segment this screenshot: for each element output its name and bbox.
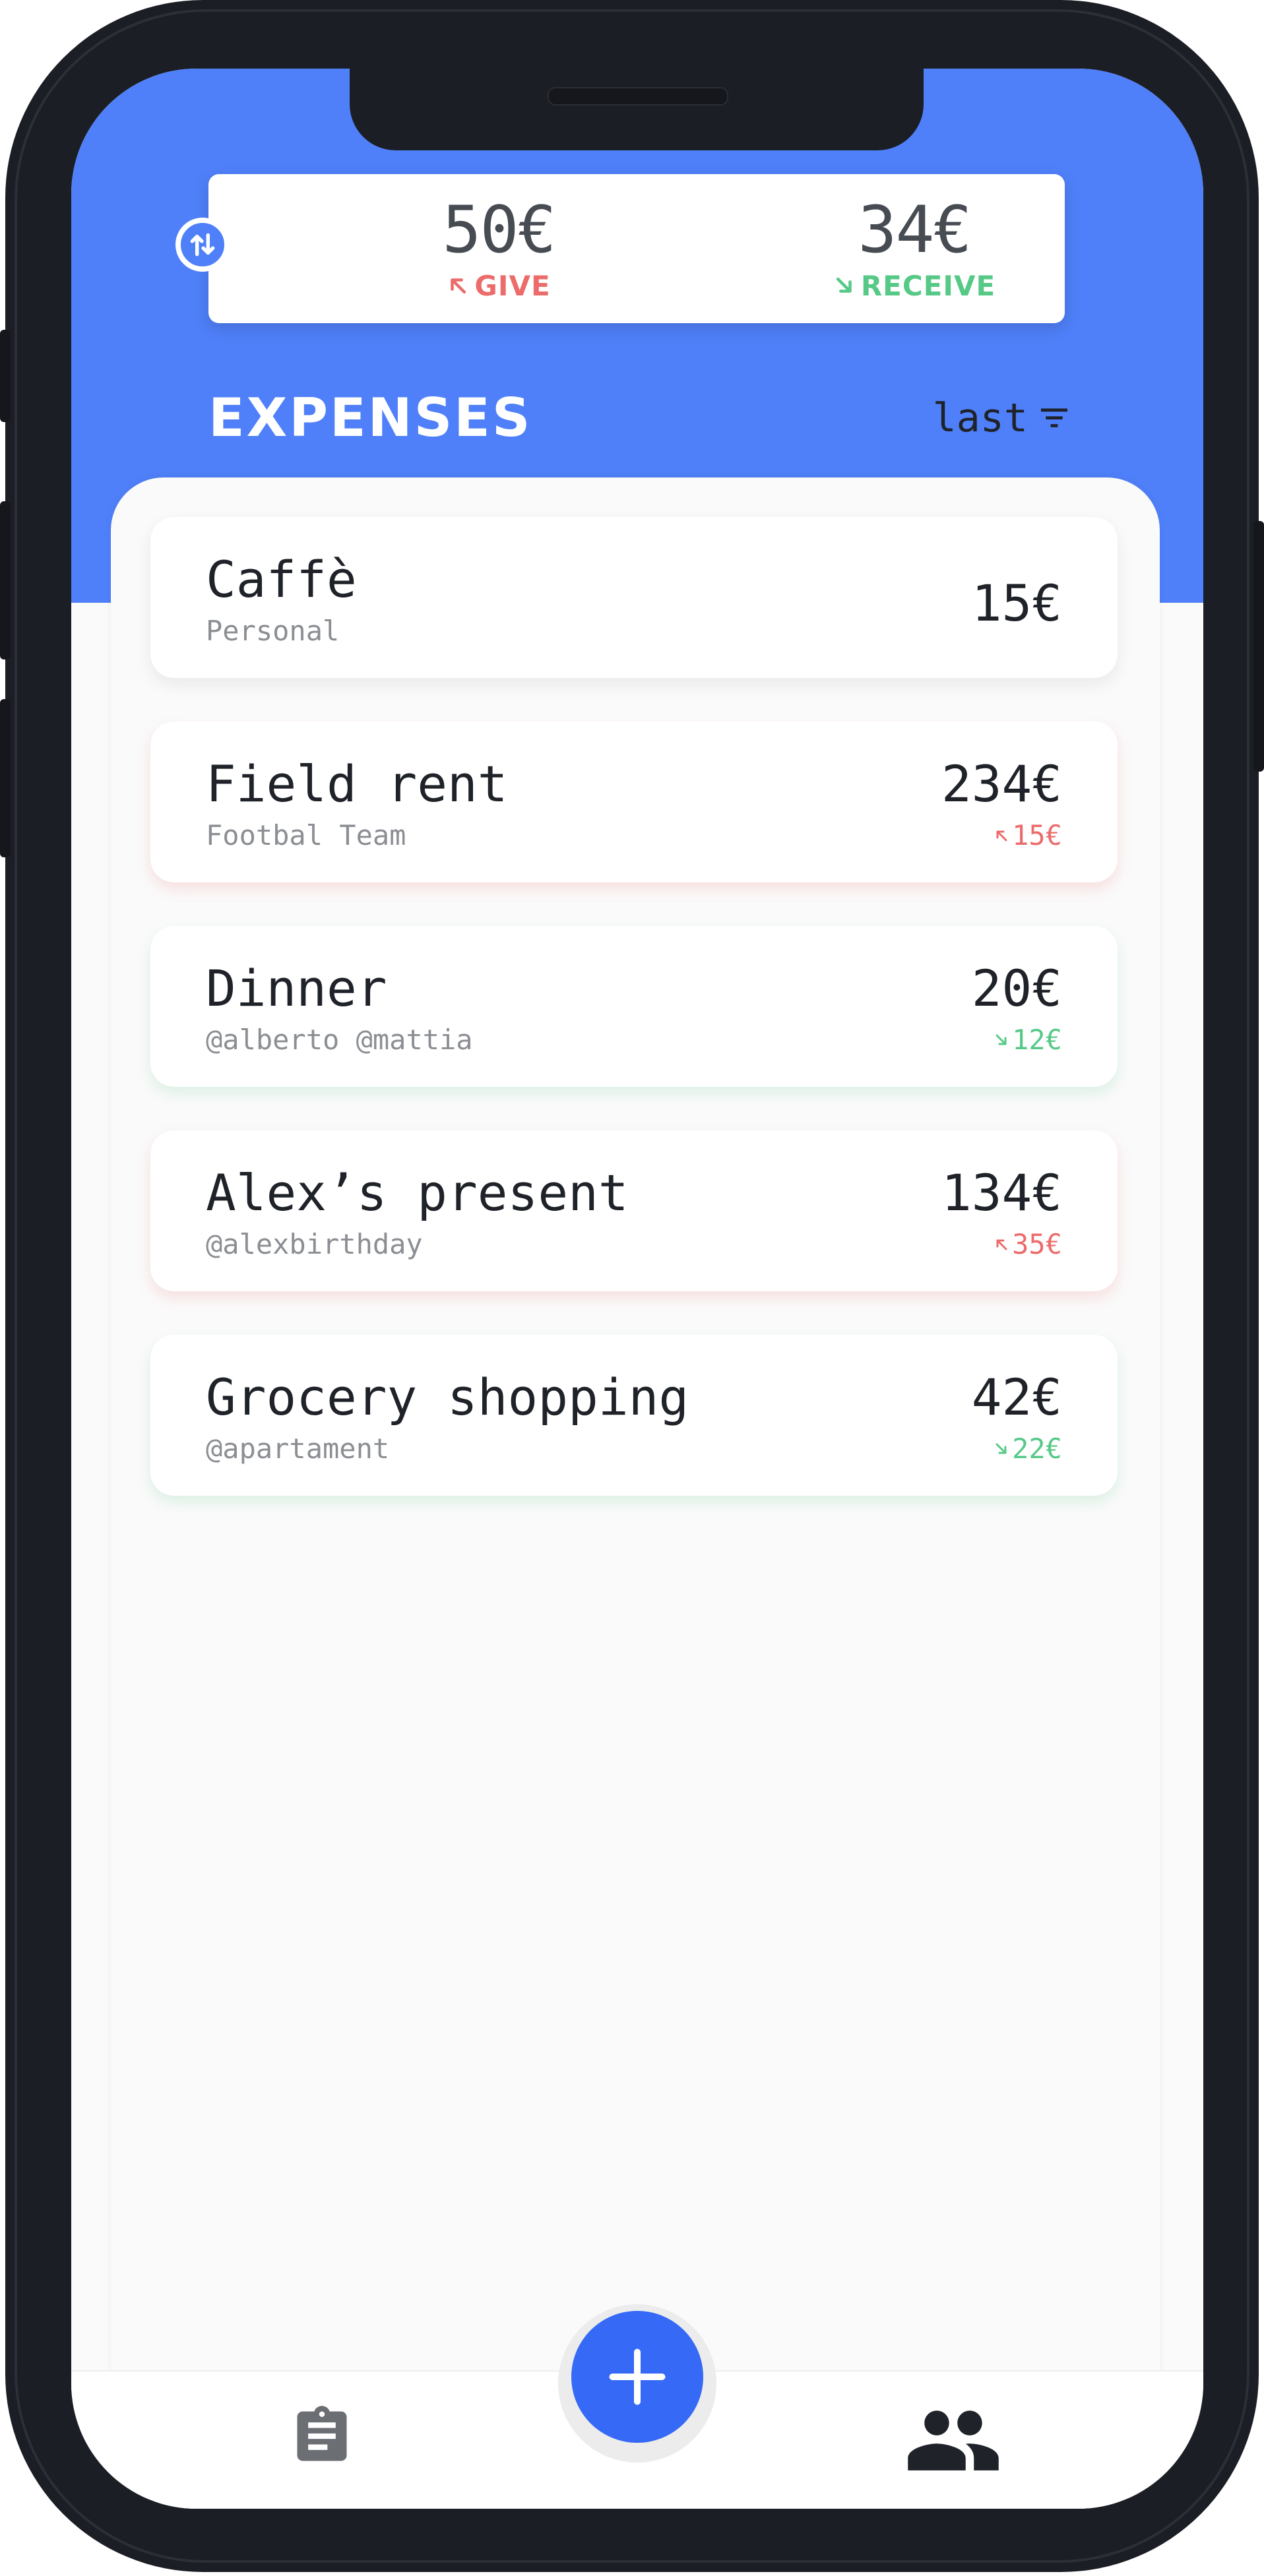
receive-label: RECEIVE	[860, 270, 996, 302]
balance-card: 50€ GIVE 34€ RECEIVE	[208, 174, 1065, 323]
app-screen: 50€ GIVE 34€ RECEIVE EXPENSES last Caffè…	[71, 69, 1203, 2509]
expense-share-value: 15€	[1012, 819, 1062, 851]
volume-down-button	[0, 699, 11, 857]
page-title: EXPENSES	[208, 387, 532, 448]
sort-label: last	[932, 395, 1028, 441]
arrow-down-right-icon	[836, 277, 852, 293]
expenses-list: Caffè Personal 15€ Field rent Footbal Te…	[111, 477, 1160, 2509]
expense-amount: 234€	[941, 754, 1062, 813]
give-balance: 50€ GIVE	[367, 194, 631, 303]
power-button	[1253, 521, 1264, 772]
give-amount: 50€	[442, 193, 556, 268]
expense-amount: 42€	[971, 1368, 1062, 1426]
earpiece-speaker	[548, 87, 728, 106]
notch	[350, 69, 924, 150]
expense-title: Field rent	[206, 754, 508, 813]
expense-item[interactable]: Caffè Personal 15€	[150, 517, 1118, 678]
arrow-up-left-icon	[996, 830, 1007, 842]
expense-amount: 20€	[971, 959, 1062, 1018]
mute-switch	[0, 330, 11, 422]
expense-item[interactable]: Dinner @alberto @mattia 20€ 12€	[150, 926, 1118, 1087]
volume-up-button	[0, 501, 11, 659]
expense-subtitle: @alexbirthday	[206, 1228, 423, 1260]
add-expense-button[interactable]	[571, 2311, 703, 2443]
expense-share-receive: 22€	[994, 1432, 1062, 1465]
group-people-icon	[908, 2410, 999, 2470]
expense-amount: 134€	[941, 1163, 1062, 1222]
phone-frame: 50€ GIVE 34€ RECEIVE EXPENSES last Caffè…	[0, 0, 1264, 2572]
arrow-down-right-icon	[995, 1443, 1007, 1454]
receive-label-row: RECEIVE	[782, 269, 1046, 303]
expense-share-give: 35€	[994, 1228, 1062, 1261]
clipboard-icon	[297, 2406, 347, 2461]
expense-amount: 15€	[971, 574, 1062, 632]
arrow-down-right-icon	[995, 1034, 1007, 1045]
expense-item[interactable]: Grocery shopping @apartament 42€ 22€	[150, 1335, 1118, 1496]
nav-groups-button[interactable]	[904, 2403, 1003, 2479]
arrow-up-left-icon	[996, 1239, 1007, 1250]
sort-dropdown[interactable]: last	[933, 392, 1069, 445]
expense-title: Grocery shopping	[206, 1368, 689, 1426]
expense-item[interactable]: Field rent Footbal Team 234€ 15€	[150, 721, 1118, 882]
plus-icon	[609, 2348, 666, 2405]
give-label: GIVE	[474, 270, 551, 302]
receive-balance: 34€ RECEIVE	[782, 194, 1046, 303]
expense-title: Caffè	[206, 550, 357, 609]
expense-share-value: 12€	[1012, 1024, 1062, 1056]
expense-share-give: 15€	[994, 819, 1062, 852]
expense-share-value: 22€	[1012, 1432, 1062, 1465]
filter-sort-icon	[1041, 408, 1067, 427]
give-label-row: GIVE	[367, 269, 631, 303]
expense-share-value: 35€	[1012, 1228, 1062, 1260]
receive-amount: 34€	[858, 193, 972, 268]
expense-item[interactable]: Alex’s present @alexbirthday 134€ 35€	[150, 1130, 1118, 1291]
swap-vertical-icon	[190, 233, 215, 257]
nav-expenses-button[interactable]	[289, 2403, 355, 2472]
expense-share-receive: 12€	[994, 1024, 1062, 1057]
expense-subtitle: Footbal Team	[206, 819, 406, 851]
expense-subtitle: @apartament	[206, 1432, 390, 1465]
arrow-up-left-icon	[451, 278, 466, 294]
expense-subtitle: Personal	[206, 615, 340, 647]
expense-subtitle: @alberto @mattia	[206, 1024, 473, 1056]
swap-button[interactable]	[175, 218, 230, 272]
expense-title: Alex’s present	[206, 1163, 629, 1222]
expense-title: Dinner	[206, 959, 387, 1018]
